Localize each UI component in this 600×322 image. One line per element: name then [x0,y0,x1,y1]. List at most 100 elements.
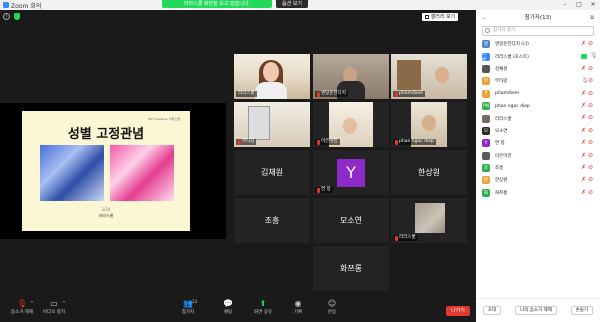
chevron-up-icon[interactable]: ^ [62,301,66,307]
info-icon[interactable]: i [3,13,10,20]
participant-row[interactable]: 이은미진 ✗ ⊘ [476,150,600,162]
avatar: P [482,89,490,98]
video-tile[interactable]: phamdiem [391,54,467,99]
participant-row[interactable]: 무 무타랑 🎙 ⊘ [476,75,600,87]
participant-row[interactable]: 조 조흥 ✗ ⊘ [476,162,600,174]
participant-status: ✗ ⊘ [581,115,594,121]
mic-muted-icon: ✗ [581,163,587,171]
raise-hand-button[interactable]: 손들기 [570,306,594,315]
participant-row[interactable]: 한 한상원 ✗ ⊘ [476,174,600,186]
video-tile[interactable]: 라라스쿨 [391,198,467,243]
stop-video-label: 비디오 중지 [42,310,66,315]
gallery-view-label: 갤러리 보기 [430,14,456,20]
participant-row[interactable]: 모 모소연 ✗ ⊘ [476,125,600,137]
video-tile[interactable]: phan ngoc diep [391,102,467,147]
tile-name: 명랑운전다지 [321,91,346,96]
participant-row[interactable]: Y 연 봉 ✗ ⊘ [476,137,600,149]
participant-row[interactable]: 화 화쯔롱 ✗ ⊘ [476,187,600,199]
participant-status: ✗ ⊘ [581,102,594,109]
app-title: Zoom 회의 [0,1,41,10]
mic-muted-icon [395,139,398,145]
meeting-stage: i 갤러리 보기 PPT made by 라라스쿨 성별 고정관념 2/24 라… [0,10,476,296]
participant-search-input[interactable]: 참가자 찾기 [482,26,594,36]
video-tile[interactable]: 조흥 [234,198,310,243]
participant-row[interactable]: 스쿨 라라스쿨 (호스트) 🎙 [476,50,600,62]
camera-off-icon: ⊘ [588,64,594,72]
participant-status: ✗ ⊘ [581,89,594,97]
video-tile[interactable]: 화쯔롱 [313,246,389,291]
mic-muted-icon: ✗ [581,151,587,159]
video-tile[interactable]: Y 연 봉 [313,150,389,195]
mic-muted-icon [317,139,320,145]
participant-video [415,203,445,233]
tile-label: 라라스쿨 [393,235,418,241]
video-tile[interactable]: 무타랑 [234,102,310,147]
tile-center-name: 모소연 [339,216,363,225]
share-screen-button[interactable]: ⬆ 화면 공유 [243,299,283,315]
avatar: Y [337,158,365,187]
zoom-logo-icon [3,2,9,8]
record-icon: ◉ [294,299,302,308]
avatar: 조 [482,164,490,173]
window-title: Zoom 회의 [11,2,42,10]
reactions-button[interactable]: ☺ 반응 [312,299,352,315]
video-tile[interactable]: 라라스쿨 [234,54,310,99]
participant-status: ✗ ⊘ [581,151,594,159]
participant-row[interactable]: 김채원 ✗ ⊘ [476,63,600,75]
video-tile[interactable]: 명랑운전다지 [313,54,389,99]
video-tile[interactable]: 모소연 [313,198,389,243]
popout-icon[interactable]: ⧉ [590,10,594,26]
participant-status: 🎙 [581,52,598,60]
meeting-toolbar: 🎙 음소거 해제 ^ ▭ 비디오 중지 ^ 👥 13 참가자 💬 채팅 ⬆ 화면… [0,296,476,322]
search-placeholder: 참가자 찾기 [493,28,516,33]
panel-header: ⌄ 참가자(13) ⧉ [476,10,600,26]
camera-off-icon: ⊘ [588,77,594,85]
slide-page-number: 2/24 [101,207,111,212]
avatar: 명 [482,40,490,49]
participant-row[interactable]: 라라스쿨 ✗ ⊘ [476,112,600,124]
tile-label: 이은미진 [315,139,340,145]
camera-on-icon [581,53,587,59]
tile-label: 명랑운전다지 [315,91,348,97]
leave-button[interactable]: 나가기 [446,306,470,316]
invite-button[interactable]: 초대 [482,306,502,315]
security-shield-icon[interactable] [14,13,20,20]
video-tile[interactable]: 김채원 [234,150,310,195]
mic-muted-icon [317,91,320,97]
chat-label: 채팅 [223,310,233,315]
video-tile[interactable]: 한상원 [391,150,467,195]
gallery-view-button[interactable]: 갤러리 보기 [422,13,458,21]
participants-label: 참가자 [181,310,195,315]
avatar [482,151,490,160]
mic-muted-icon: ✗ [581,89,587,97]
participant-row[interactable]: PN phan ngoc diep ✗ ⊘ [476,100,600,112]
minimize-icon[interactable]: – [558,0,572,10]
participant-row[interactable]: 명 명랑운전다지 (나) ✗ ⊘ [476,38,600,50]
participant-name: 연 봉 [495,141,505,147]
mic-muted-icon: ✗ [581,139,587,147]
participant-name: 화쯔롱 [495,190,508,196]
mic-muted-icon: ✗ [581,40,587,47]
slide-title: 성별 고정관념 [67,127,145,142]
mic-muted-icon [395,91,398,97]
tile-label: 연 봉 [315,187,333,193]
maximize-icon[interactable]: □ [572,0,586,10]
video-tile[interactable]: 이은미진 [313,102,389,147]
close-icon[interactable]: ✕ [586,0,600,10]
chat-button[interactable]: 💬 채팅 [208,299,248,315]
unmute-me-button[interactable]: 나의 음소거 해제 [515,306,557,315]
chevron-down-icon[interactable]: ⌄ [482,10,487,26]
view-options-button[interactable]: 옵션 보기 [276,0,308,8]
stop-video-button[interactable]: ▭ 비디오 중지 ^ [34,299,74,315]
camera-off-icon: ⊘ [588,139,594,147]
tile-name: 라라스쿨 [399,235,416,240]
participant-row[interactable]: Pphamdiem ✗ ⊘ [476,88,600,100]
participants-button[interactable]: 👥 13 참가자 [168,299,208,315]
mic-muted-icon: ✗ [581,126,587,134]
mic-on-icon: 🎙 [590,52,598,60]
camera-off-icon: ⊘ [588,163,594,171]
camera-off-icon: ⊘ [588,151,594,159]
camera-off-icon: ⊘ [588,114,594,122]
avatar: 모 [482,126,490,135]
presentation-slide: PPT made by 라라스쿨 성별 고정관념 2/24 라라스쿨 [22,111,190,231]
